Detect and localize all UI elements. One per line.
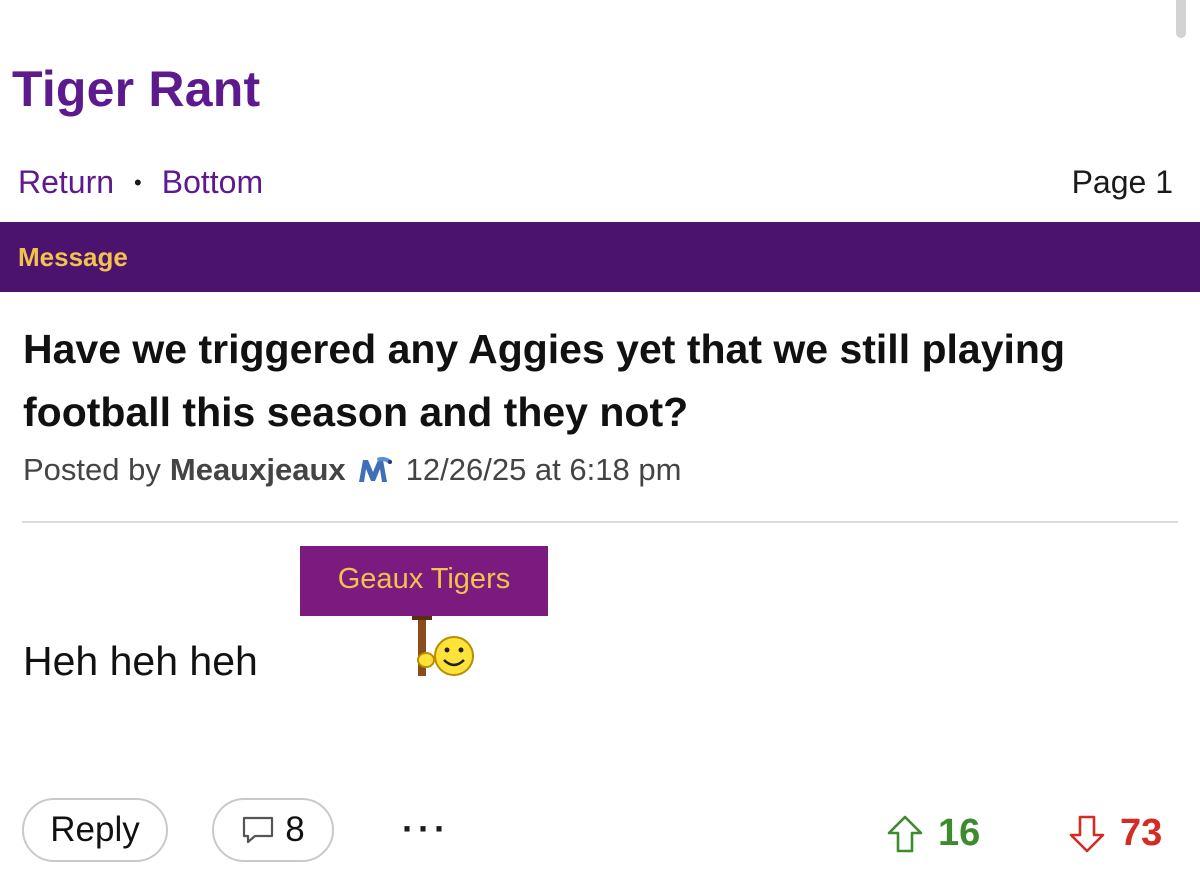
downvote-button[interactable]: 73 <box>1068 812 1162 855</box>
scrollbar-thumb[interactable] <box>1176 0 1186 38</box>
post-body-text: Heh heh heh <box>23 638 258 684</box>
down-arrow-icon <box>1069 815 1105 852</box>
emoji-sign-board: Geaux Tigers <box>300 546 548 616</box>
forum-title[interactable]: Tiger Rant <box>12 60 260 118</box>
downvote-count: 73 <box>1120 812 1163 854</box>
more-options-button[interactable]: ··· <box>402 808 450 850</box>
posted-by-label: Posted by <box>23 452 161 487</box>
comment-count: 8 <box>285 810 305 849</box>
reply-button[interactable]: Reply <box>22 798 168 862</box>
comments-button[interactable]: 8 <box>212 798 334 862</box>
post-author[interactable]: Meauxjeaux <box>170 452 346 488</box>
message-section-bar: Message <box>0 222 1200 292</box>
return-link[interactable]: Return <box>18 164 114 201</box>
post-date: 12/26/25 at 6:18 pm <box>405 452 682 487</box>
emoji-sign-text: Geaux Tigers <box>337 562 511 595</box>
thread-nav: Return • Bottom <box>18 164 263 201</box>
upvote-count: 16 <box>938 812 981 854</box>
post-actions: Reply 8 ··· 16 73 <box>0 798 1200 864</box>
memphis-tigers-logo-icon <box>356 454 396 486</box>
up-arrow-icon <box>887 815 923 852</box>
reply-label: Reply <box>50 810 140 849</box>
bottom-link[interactable]: Bottom <box>162 164 263 201</box>
page-indicator: Page 1 <box>1071 164 1173 200</box>
smiley-holding-sign-icon: Geaux Tigers <box>300 546 548 678</box>
post-meta: Posted by Meauxjeaux 12/26/25 at 6:18 pm <box>23 452 681 488</box>
divider <box>22 521 1178 523</box>
page: Tiger Rant Return • Bottom Page 1 Messag… <box>0 0 1200 885</box>
upvote-button[interactable]: 16 <box>886 812 980 855</box>
post-title: Have we triggered any Aggies yet that we… <box>23 326 1065 435</box>
section-bar-label: Message <box>18 242 128 272</box>
comment-bubble-icon <box>243 816 274 844</box>
nav-separator: • <box>134 169 142 195</box>
